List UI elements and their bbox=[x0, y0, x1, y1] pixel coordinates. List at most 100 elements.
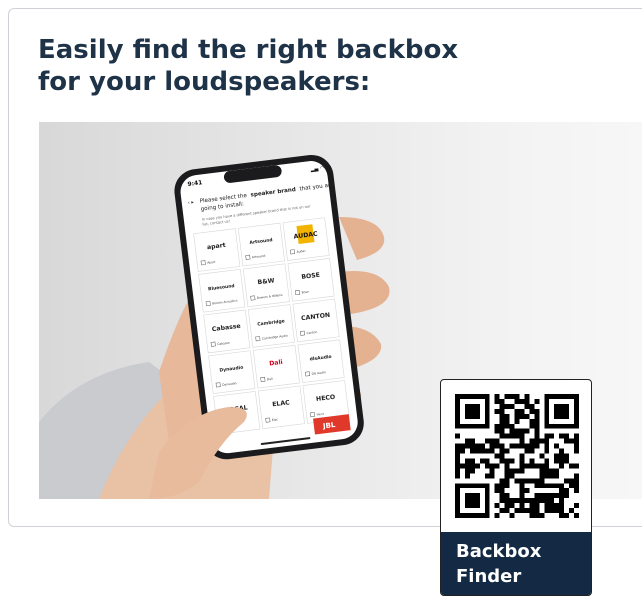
qr-module bbox=[464, 463, 470, 469]
qr-module bbox=[455, 468, 460, 474]
qr-module bbox=[459, 443, 465, 449]
qr-module bbox=[544, 433, 550, 439]
qr-module bbox=[549, 498, 555, 504]
qr-module bbox=[494, 503, 500, 509]
qr-module bbox=[499, 493, 505, 499]
qr-module bbox=[534, 483, 540, 489]
qr-module bbox=[504, 463, 510, 469]
qr-module bbox=[519, 438, 525, 444]
qr-module bbox=[499, 433, 505, 439]
brand-tile-box bbox=[237, 222, 285, 267]
qr-module bbox=[494, 438, 500, 444]
qr-module bbox=[529, 423, 535, 429]
qr-module bbox=[514, 508, 520, 514]
qr-module bbox=[509, 428, 515, 434]
back-arrow-icon[interactable]: ‹ ▸ bbox=[187, 199, 194, 206]
brand-tile[interactable]: ArtsoundArtsound bbox=[237, 222, 285, 267]
qr-module bbox=[459, 463, 465, 469]
qr-module bbox=[469, 438, 475, 444]
qr-module bbox=[509, 423, 515, 429]
qr-module bbox=[534, 478, 540, 484]
qr-module bbox=[519, 443, 525, 449]
brand-tile[interactable]: BluesoundBoston Acoustics bbox=[198, 268, 246, 313]
qr-module bbox=[574, 503, 579, 509]
qr-module bbox=[549, 503, 555, 509]
qr-module bbox=[499, 508, 505, 514]
qr-module bbox=[509, 458, 515, 464]
qr-module bbox=[499, 488, 505, 494]
qr-module bbox=[494, 488, 500, 494]
qr-module bbox=[514, 413, 520, 419]
qr-module bbox=[539, 483, 545, 489]
qr-module bbox=[534, 493, 540, 499]
qr-module bbox=[499, 448, 505, 454]
qr-module bbox=[499, 478, 505, 484]
qr-module bbox=[559, 458, 565, 464]
qr-module bbox=[504, 468, 510, 474]
headline: Easily find the right backbox for your l… bbox=[38, 34, 458, 98]
qr-module bbox=[514, 443, 520, 449]
qr-module bbox=[534, 513, 540, 518]
qr-module bbox=[529, 513, 535, 518]
qr-module bbox=[544, 473, 550, 479]
qr-module bbox=[479, 443, 485, 449]
brand-tile[interactable]: CambridgeCambridge Audio bbox=[247, 304, 295, 348]
qr-module bbox=[554, 473, 560, 479]
qr-module bbox=[554, 443, 560, 449]
qr-module bbox=[559, 453, 565, 459]
brand-tile[interactable]: BOSEBose bbox=[287, 258, 335, 302]
qr-module bbox=[504, 423, 510, 429]
qr-module bbox=[455, 433, 460, 439]
qr-module bbox=[469, 468, 475, 474]
qr-module bbox=[504, 493, 510, 499]
qr-module bbox=[559, 493, 565, 499]
qr-module bbox=[529, 498, 535, 504]
qr-code-card[interactable]: Backbox Finder bbox=[440, 379, 592, 596]
qr-module bbox=[494, 463, 500, 469]
qr-module bbox=[564, 453, 570, 459]
qr-module bbox=[464, 473, 470, 479]
qr-module bbox=[519, 493, 525, 499]
qr-module bbox=[574, 513, 579, 518]
qr-module bbox=[534, 418, 540, 424]
qr-module bbox=[569, 463, 575, 469]
brand-tile[interactable]: DaliDali bbox=[252, 344, 300, 389]
qr-module bbox=[499, 428, 505, 434]
brand-tile[interactable]: DynaudioDynaudio bbox=[208, 350, 256, 394]
qr-module bbox=[529, 443, 535, 449]
brand-tile[interactable]: ELACElac bbox=[257, 385, 305, 430]
qr-module bbox=[524, 488, 530, 494]
qr-module bbox=[494, 423, 500, 429]
qr-module bbox=[499, 398, 505, 404]
brand-tile[interactable]: apartApart bbox=[193, 228, 241, 272]
qr-module bbox=[549, 508, 555, 514]
qr-module bbox=[499, 418, 505, 424]
qr-module bbox=[574, 443, 579, 449]
qr-module bbox=[534, 408, 540, 414]
qr-module bbox=[464, 458, 470, 464]
brand-tile[interactable]: dlsAudioDls Audio bbox=[297, 339, 345, 383]
qr-module bbox=[494, 394, 500, 399]
qr-module bbox=[564, 493, 570, 499]
qr-module bbox=[509, 513, 515, 518]
qr-module bbox=[554, 458, 560, 464]
qr-module bbox=[524, 428, 530, 434]
qr-finder-pattern bbox=[554, 403, 570, 419]
brand-tile[interactable]: AUDACAudac bbox=[282, 217, 330, 261]
qr-module bbox=[574, 488, 579, 494]
qr-module bbox=[504, 473, 510, 479]
qr-module bbox=[559, 463, 565, 469]
qr-module bbox=[524, 508, 530, 514]
qr-module bbox=[544, 468, 550, 474]
qr-code-icon[interactable] bbox=[455, 394, 579, 518]
brand-tile-box bbox=[292, 298, 340, 343]
brand-tile[interactable]: CANTONCanton bbox=[292, 298, 340, 343]
qr-module bbox=[514, 408, 520, 414]
qr-module bbox=[499, 423, 505, 429]
brand-tile[interactable]: B&WBowers & Wilkins bbox=[242, 263, 290, 308]
brand-tile[interactable]: CabasseCabasse bbox=[203, 309, 251, 354]
qr-module bbox=[524, 498, 530, 504]
qr-module bbox=[504, 483, 510, 489]
qr-module bbox=[499, 458, 505, 464]
qr-module bbox=[504, 433, 510, 439]
